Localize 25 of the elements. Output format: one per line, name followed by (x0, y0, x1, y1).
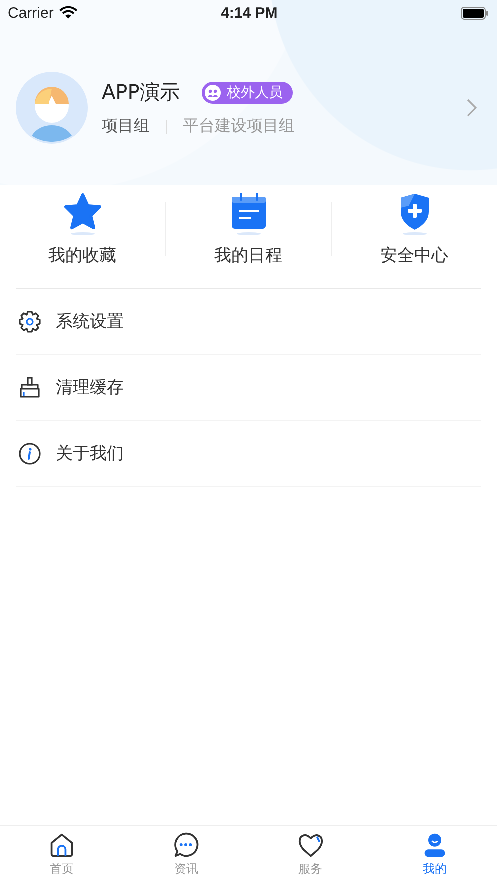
brush-icon (18, 376, 42, 400)
group-name: 平台建设项目组 (183, 116, 295, 137)
shortcut-item[interactable]: 安全中心 (332, 192, 497, 266)
group-icon (204, 84, 221, 100)
shortcut-item[interactable]: 我的日程 (166, 192, 331, 266)
battery-icon (461, 6, 489, 20)
wifi-icon (58, 6, 78, 20)
status-time: 4:14 PM (220, 4, 279, 22)
menu-item[interactable]: 关于我们 (16, 421, 481, 487)
chat-icon (173, 832, 200, 858)
shortcut-item[interactable]: 我的收藏 (0, 192, 165, 266)
group-label: 项目组 (102, 116, 150, 137)
menu-item[interactable]: 系统设置 (16, 289, 481, 355)
menu-item[interactable]: 清理缓存 (16, 355, 481, 421)
heart-icon (298, 832, 324, 858)
settings-icon (18, 310, 42, 334)
user-name: APP演示 (102, 79, 180, 106)
tab-item[interactable]: 我的 (372, 826, 497, 883)
info-icon (18, 442, 42, 466)
home-icon (49, 832, 76, 858)
chevron-right-icon[interactable] (467, 99, 477, 117)
role-label: 校外人员 (226, 84, 283, 102)
star-icon (62, 192, 102, 236)
carrier-name: Carrier (8, 4, 54, 22)
avatar-icon (16, 72, 88, 144)
